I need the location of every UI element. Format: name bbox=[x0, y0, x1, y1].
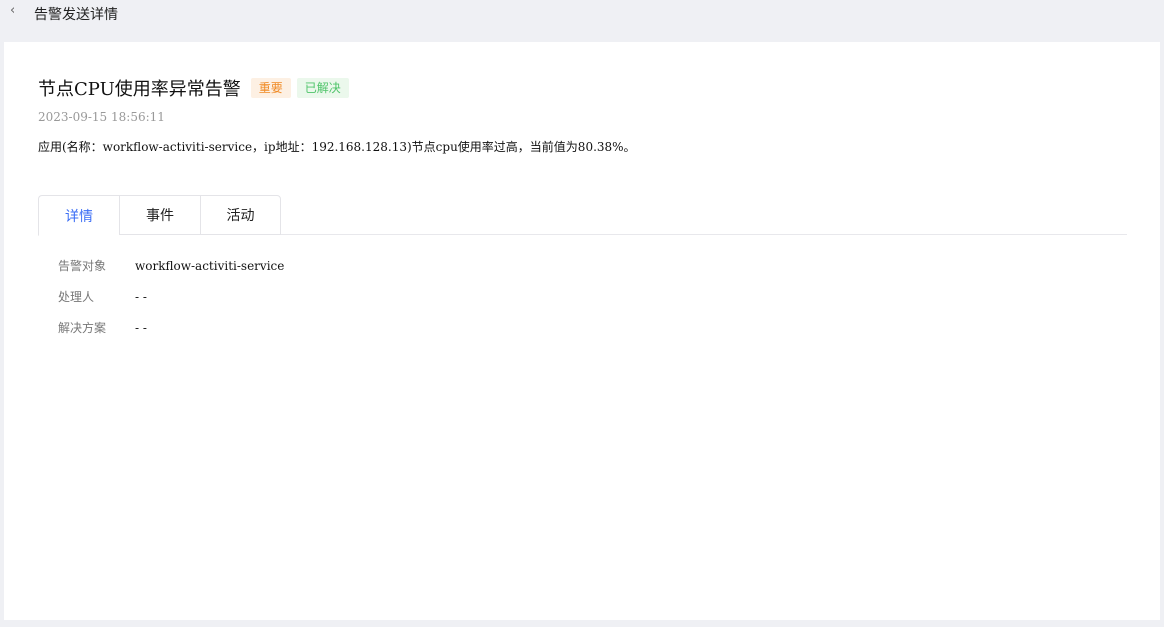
detail-value: - - bbox=[135, 289, 147, 304]
detail-label: 解决方案 bbox=[58, 321, 107, 335]
alert-timestamp: 2023-09-15 18:56:11 bbox=[38, 110, 165, 124]
severity-badge: 重要 bbox=[250, 78, 291, 98]
top-bar: ‹ 告警发送详情 bbox=[0, 0, 1164, 26]
detail-value: workflow-activiti-service bbox=[135, 258, 285, 273]
back-icon[interactable]: ‹ bbox=[10, 3, 15, 18]
detail-label: 告警对象 bbox=[58, 259, 107, 273]
alert-title: 节点CPU使用率异常告警 bbox=[38, 79, 241, 100]
status-badge: 已解决 bbox=[296, 78, 349, 98]
detail-label: 处理人 bbox=[58, 290, 95, 304]
tab-events[interactable]: 事件 bbox=[119, 195, 200, 235]
tab-bar: 详情 事件 活动 bbox=[38, 195, 1127, 236]
alert-description: 应用(名称：workflow-activiti-service，ip地址：192… bbox=[38, 140, 636, 154]
details-list: 告警对象 workflow-activiti-service 处理人 - - 解… bbox=[58, 250, 284, 343]
detail-row-handler: 处理人 - - bbox=[58, 281, 284, 312]
detail-row-target: 告警对象 workflow-activiti-service bbox=[58, 250, 284, 281]
tab-activity[interactable]: 活动 bbox=[200, 195, 281, 235]
page-title: 告警发送详情 bbox=[34, 7, 118, 23]
tab-details[interactable]: 详情 bbox=[38, 195, 119, 236]
alert-detail-card: 节点CPU使用率异常告警 重要 已解决 2023-09-15 18:56:11 … bbox=[4, 42, 1160, 620]
detail-value: - - bbox=[135, 320, 147, 335]
alert-title-row: 节点CPU使用率异常告警 重要 已解决 bbox=[38, 75, 349, 101]
detail-row-solution: 解决方案 - - bbox=[58, 312, 284, 343]
